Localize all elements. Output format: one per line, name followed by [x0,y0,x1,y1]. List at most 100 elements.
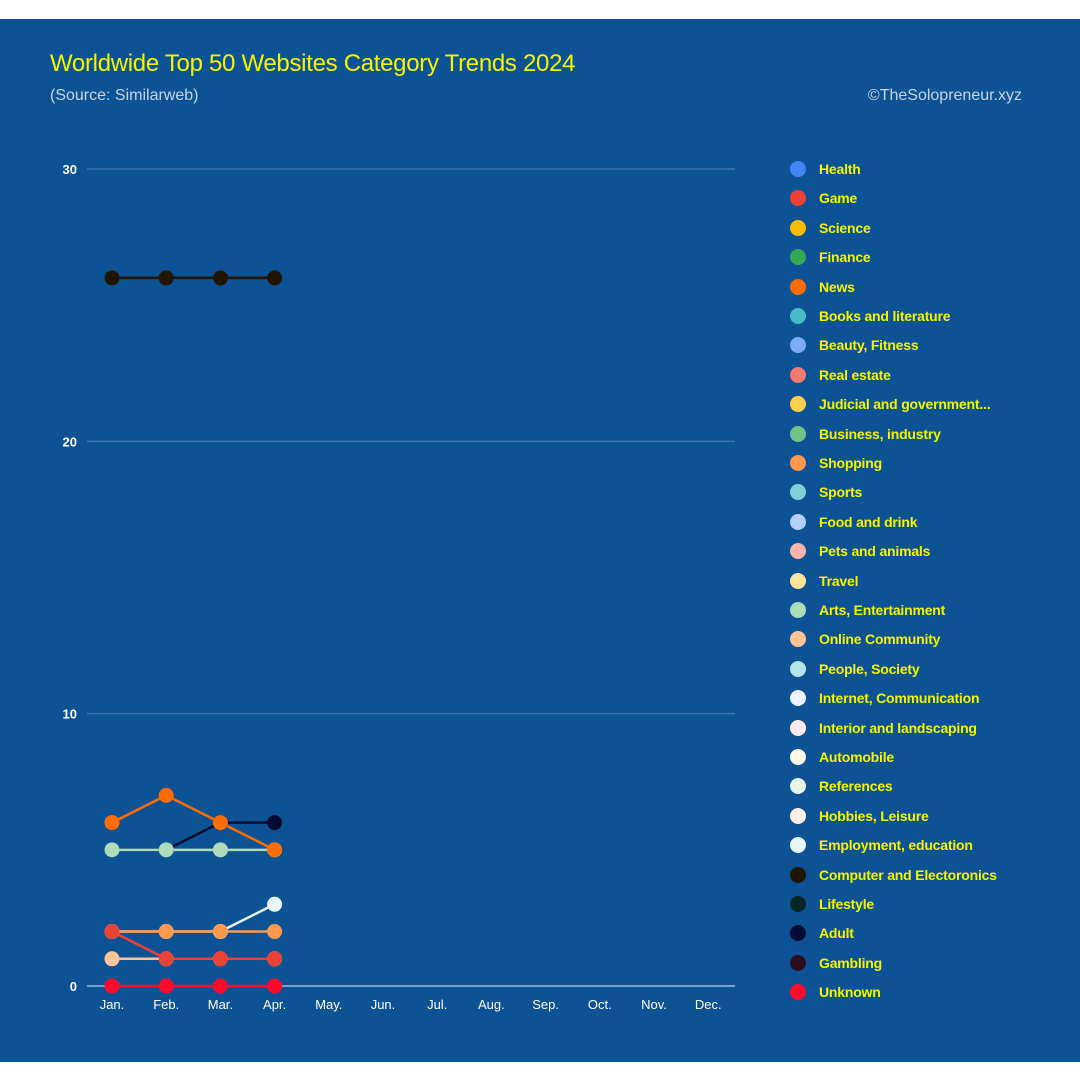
x-tick-label: Dec. [695,997,722,1012]
legend-marker-icon [790,660,806,677]
data-point-adult[interactable] [267,815,283,831]
legend-marker-icon [790,572,806,589]
data-point-unknown[interactable] [267,978,283,994]
legend-label: Business, industry [819,425,941,442]
legend-item[interactable]: News [790,277,855,297]
legend-item[interactable]: References [790,776,893,796]
legend-marker-icon [790,161,806,177]
data-point-arts-entertainment[interactable] [212,842,228,858]
legend-item[interactable]: Judicial and government... [790,394,991,414]
legend-label: Shopping [819,455,882,471]
legend-label: Automobile [819,749,894,765]
legend-item[interactable]: Real estate [790,365,891,385]
legend-marker-icon [790,308,806,324]
legend-label: Health [819,161,861,177]
data-point-computer-and-electoronics[interactable] [212,270,228,286]
data-point-online-community[interactable] [104,951,120,967]
legend-item[interactable]: Computer and Electoronics [790,865,997,885]
legend-label: News [819,278,855,295]
legend-item[interactable]: Arts, Entertainment [790,600,945,620]
legend-item[interactable]: Travel [790,571,858,591]
legend-marker-icon [790,690,806,707]
x-tick-label: Sep. [532,997,559,1012]
legend-marker-icon [790,896,806,912]
legend-item[interactable]: Books and literature [790,306,951,326]
legend-marker-icon [790,337,806,354]
legend-item[interactable]: Hobbies, Leisure [790,806,929,826]
legend-item[interactable]: Pets and animals [790,541,930,561]
legend-item[interactable]: Shopping [790,453,882,473]
legend-item[interactable]: Internet, Communication [790,688,979,708]
legend-marker-icon [790,249,806,266]
legend-marker-icon [790,866,806,883]
data-point-employment-education[interactable] [267,896,283,912]
data-point-unknown[interactable] [212,978,228,994]
legend-item[interactable]: Interior and landscaping [790,718,977,738]
x-tick-label: May. [315,997,342,1012]
data-point-game[interactable] [158,951,174,967]
x-axis-ticks: Jan. Feb. Mar. Apr. May. Jun. Jul. Aug. Sep. Oct.… [100,997,722,1012]
y-tick-label: 30 [63,162,77,177]
data-point-shopping[interactable] [212,924,228,940]
legend-item[interactable]: Sports [790,482,862,502]
data-point-game[interactable] [104,924,120,940]
legend-marker-icon [790,954,806,971]
data-point-unknown[interactable] [104,978,120,994]
x-tick-label: Jul. [427,997,447,1012]
legend-marker-icon [790,719,806,736]
series-line-game [111,930,275,961]
legend-marker-icon [790,396,806,413]
legend-item[interactable]: Employment, education [790,835,973,855]
data-point-shopping[interactable] [267,924,283,940]
x-tick-label: Aug. [478,997,505,1012]
legend-label: Interior and landscaping [819,719,977,736]
legend-item[interactable]: Business, industry [790,424,941,444]
legend-marker-icon [790,190,806,207]
gridlines [87,168,735,987]
legend-item[interactable]: Science [790,218,871,238]
data-point-shopping[interactable] [158,924,174,940]
legend-label: Books and literature [819,308,951,324]
legend-label: Employment, education [819,837,973,854]
legend-item[interactable]: Lifestyle [790,894,874,914]
x-tick-label: Apr. [263,997,286,1012]
legend-label: Travel [819,572,859,589]
legend-item[interactable]: Finance [790,247,871,267]
data-point-news[interactable] [267,842,283,858]
data-point-game[interactable] [267,951,283,967]
legend-label: Judicial and government... [819,396,991,413]
legend-label: Gambling [819,954,882,971]
legend-label: Arts, Entertainment [819,602,946,618]
legend-marker-icon [790,778,806,795]
legend-label: Science [819,219,871,236]
legend-label: Adult [819,925,854,942]
data-point-news[interactable] [212,815,228,831]
legend-marker-icon [790,925,806,942]
legend-item[interactable]: Beauty, Fitness [790,335,919,355]
data-point-computer-and-electoronics[interactable] [104,270,120,286]
legend-item[interactable]: Game [790,188,857,208]
data-point-arts-entertainment[interactable] [104,842,120,858]
legend-item[interactable]: Online Community [790,629,940,649]
legend-item[interactable]: Gambling [790,953,882,973]
data-point-news[interactable] [158,787,174,803]
y-axis-ticks: 0 10 20 30 [63,162,77,994]
legend-label: Pets and animals [819,543,931,560]
data-point-computer-and-electoronics[interactable] [158,270,174,286]
legend-marker-icon [790,484,806,501]
legend-item[interactable]: Unknown [790,982,881,1002]
legend-item[interactable]: Automobile [790,747,894,767]
legend-item[interactable]: Health [790,159,861,179]
data-point-computer-and-electoronics[interactable] [267,270,283,286]
legend-marker-icon [790,455,806,471]
legend-marker-icon [790,278,806,295]
legend-item[interactable]: Adult [790,923,854,943]
legend-item[interactable]: Food and drink [790,512,918,532]
data-point-unknown[interactable] [158,978,174,994]
legend-label: Real estate [819,366,891,383]
x-tick-label: Jun. [371,997,396,1012]
legend-item[interactable]: People, Society [790,659,920,679]
data-point-news[interactable] [104,815,120,831]
data-point-arts-entertainment[interactable] [158,842,174,858]
data-point-game[interactable] [212,951,228,967]
